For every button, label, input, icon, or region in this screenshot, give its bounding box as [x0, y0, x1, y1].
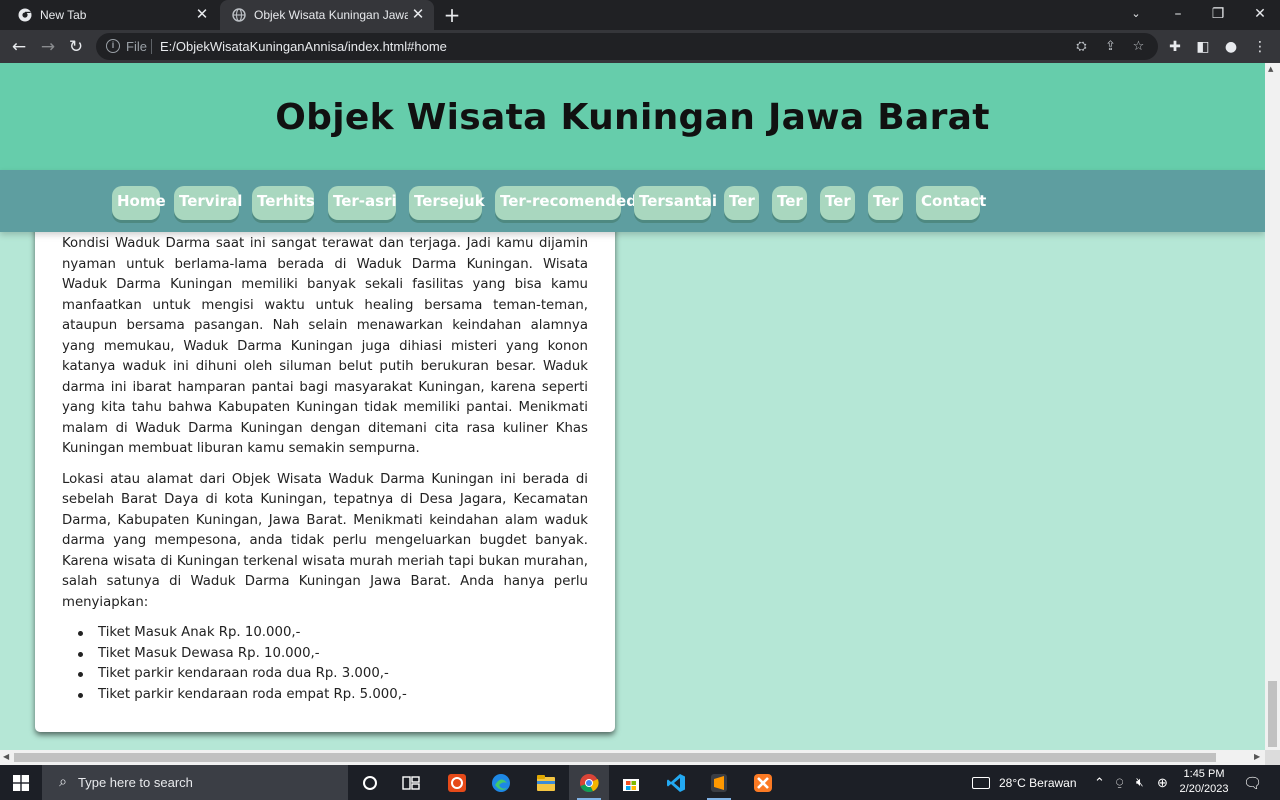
clock-date: 2/20/2023: [1179, 783, 1229, 795]
menu-kebab-icon[interactable]: ⋮: [1250, 37, 1270, 57]
article-card: Kondisi Waduk Darma saat ini sangat tera…: [35, 213, 615, 732]
office-app-icon[interactable]: [437, 765, 477, 800]
nav-ter[interactable]: Ter: [868, 186, 903, 220]
ticket-price-list: Tiket Masuk Anak Rp. 10.000,- Tiket Masu…: [62, 623, 588, 705]
list-item: Tiket Masuk Dewasa Rp. 10.000,-: [62, 644, 588, 665]
address-bar[interactable]: i File E:/ObjekWisataKuninganAnnisa/inde…: [96, 33, 1158, 60]
sublime-text-icon[interactable]: [699, 765, 739, 800]
list-item: Tiket Masuk Anak Rp. 10.000,-: [62, 623, 588, 644]
nav-tersejuk[interactable]: Tersejuk: [409, 186, 485, 220]
cortana-icon[interactable]: [350, 765, 390, 800]
list-item: Tiket parkir kendaraan roda dua Rp. 3.00…: [62, 664, 588, 685]
extensions-puzzle-icon[interactable]: ✚: [1165, 37, 1185, 57]
reload-icon[interactable]: ↻: [64, 35, 88, 59]
close-tab-icon[interactable]: ✕: [410, 7, 426, 23]
close-window-icon[interactable]: ✕: [1240, 0, 1280, 30]
tab-title: Objek Wisata Kuningan Jawa Barat: [254, 8, 408, 22]
globe-icon: [232, 8, 246, 22]
edge-browser-icon[interactable]: [481, 765, 521, 800]
translate-icon[interactable]: ⛭: [1073, 38, 1090, 55]
file-explorer-icon[interactable]: [526, 765, 566, 800]
tab-title: New Tab: [40, 8, 87, 22]
article-paragraph: Kondisi Waduk Darma saat ini sangat tera…: [62, 236, 588, 456]
scroll-right-arrow-icon[interactable]: ▶: [1254, 752, 1260, 761]
site-navigation: Home Terviral Terhits Ter-asri Tersejuk …: [0, 170, 1265, 232]
share-icon[interactable]: ⇪: [1102, 38, 1119, 55]
url-scheme: File: [126, 39, 147, 54]
new-tab-plus-icon[interactable]: +: [441, 4, 463, 26]
tab-objek-wisata[interactable]: Objek Wisata Kuningan Jawa Barat ✕: [220, 0, 434, 30]
site-header: Objek Wisata Kuningan Jawa Barat: [0, 63, 1265, 170]
windows-taskbar: ⌕ Type here to search 28°C Berawan ⌃ ⍜ 🔇…: [0, 765, 1280, 800]
vscode-icon[interactable]: [656, 765, 696, 800]
page-viewport: Objek Wisata Kuningan Jawa Barat Home Te…: [0, 63, 1265, 750]
task-view-icon[interactable]: [391, 765, 431, 800]
nav-contact[interactable]: Contact: [916, 186, 986, 220]
minimize-icon[interactable]: –: [1158, 0, 1198, 30]
tab-new-tab[interactable]: New Tab ✕: [6, 0, 218, 30]
show-hidden-icons-chevron-icon[interactable]: ⌃: [1094, 765, 1105, 800]
profile-avatar-icon[interactable]: ●: [1221, 37, 1241, 57]
scroll-up-arrow-icon[interactable]: ▲: [1268, 65, 1273, 73]
meet-now-icon[interactable]: ⍜: [1116, 765, 1123, 800]
network-globe-icon[interactable]: ⊕: [1157, 765, 1168, 800]
browser-tab-strip: New Tab ✕ Objek Wisata Kuningan Jawa Bar…: [0, 0, 1280, 30]
windows-start-icon[interactable]: [0, 765, 42, 800]
chrome-app-icon[interactable]: [569, 765, 609, 800]
tab-search-chevron-icon[interactable]: ⌄: [1116, 0, 1156, 30]
nav-terviral[interactable]: Terviral: [174, 186, 242, 220]
horizontal-scrollbar[interactable]: ◀ ▶: [0, 750, 1265, 765]
site-info-icon[interactable]: i: [106, 39, 120, 53]
chrome-icon: [18, 8, 32, 22]
nav-ter[interactable]: Ter: [724, 186, 759, 220]
weather-icon: [972, 776, 990, 789]
side-panel-icon[interactable]: ◧: [1193, 37, 1213, 57]
url-text[interactable]: E:/ObjekWisataKuninganAnnisa/index.html#…: [160, 39, 447, 54]
weather-widget[interactable]: 28°C Berawan: [972, 765, 1077, 800]
article-body: Kondisi Waduk Darma saat ini sangat tera…: [62, 234, 588, 705]
clock-time: 1:45 PM: [1183, 768, 1225, 780]
nav-ter[interactable]: Ter: [820, 186, 855, 220]
system-clock[interactable]: 1:45 PM 2/20/2023: [1172, 767, 1236, 797]
site-title: Objek Wisata Kuningan Jawa Barat: [275, 97, 990, 138]
bookmark-star-icon[interactable]: ☆: [1130, 38, 1147, 55]
nav-ter[interactable]: Ter: [772, 186, 807, 220]
back-arrow-icon[interactable]: ←: [7, 35, 31, 59]
article-paragraph: Lokasi atau alamat dari Objek Wisata Wad…: [62, 471, 588, 610]
restore-icon[interactable]: ❐: [1198, 0, 1238, 30]
scrollbar-corner: [1265, 750, 1280, 765]
weather-text: 28°C Berawan: [999, 775, 1077, 790]
microsoft-store-icon[interactable]: [611, 765, 651, 800]
volume-muted-icon[interactable]: 🔇︎: [1136, 765, 1144, 800]
search-placeholder: Type here to search: [78, 775, 193, 790]
nav-ter-asri[interactable]: Ter-asri: [328, 186, 397, 220]
vertical-scroll-thumb[interactable]: [1268, 681, 1277, 747]
nav-home[interactable]: Home: [112, 186, 166, 220]
vertical-scrollbar[interactable]: ▲: [1265, 63, 1280, 750]
forward-arrow-icon[interactable]: →: [36, 35, 60, 59]
nav-ter-recomended[interactable]: Ter-recomended: [495, 186, 637, 220]
notification-center-icon[interactable]: 🗨︎: [1243, 765, 1262, 800]
nav-tersantai[interactable]: Tersantai: [634, 186, 717, 220]
scroll-left-arrow-icon[interactable]: ◀: [3, 752, 9, 761]
xampp-icon[interactable]: [743, 765, 783, 800]
taskbar-search-box[interactable]: ⌕ Type here to search: [42, 765, 348, 800]
address-divider: [151, 39, 152, 54]
search-icon: ⌕: [59, 774, 67, 790]
nav-terhits[interactable]: Terhits: [252, 186, 315, 220]
close-tab-icon[interactable]: ✕: [194, 7, 210, 23]
horizontal-scroll-thumb[interactable]: [14, 753, 1216, 762]
browser-toolbar: ← → ↻ i File E:/ObjekWisataKuninganAnnis…: [0, 30, 1280, 63]
list-item: Tiket parkir kendaraan roda empat Rp. 5.…: [62, 685, 588, 706]
